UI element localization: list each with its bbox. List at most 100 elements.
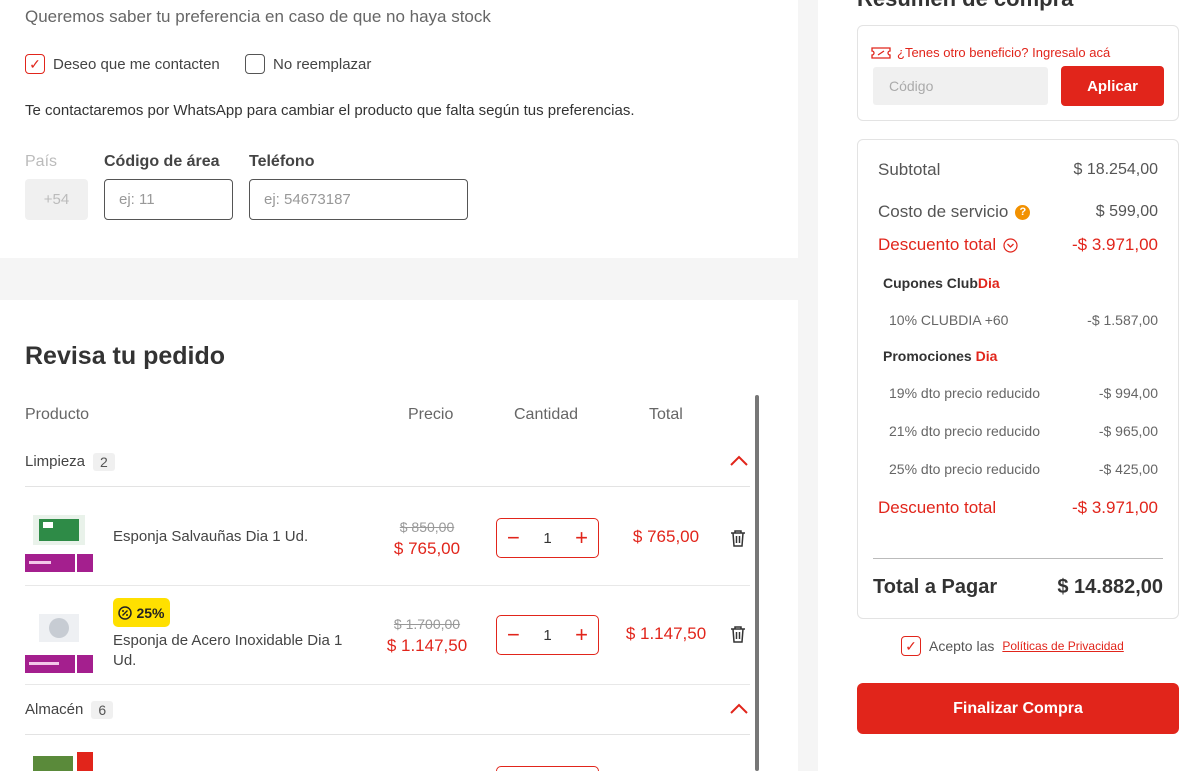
product-price: $ 1.147,50 [386, 636, 468, 655]
discount-total-row: Descuento total -$ 3.971,00 [878, 498, 1158, 518]
promotions-heading: Promociones Dia [883, 348, 998, 364]
trash-icon[interactable] [728, 624, 748, 644]
quantity-stepper: − 1 + [496, 615, 599, 655]
product-row: Esponja Salvauñas Dia 1 Ud. $ 850,00 $ 7… [25, 488, 750, 586]
subtotal-value: $ 18.254,00 [1073, 161, 1158, 178]
category-count: 2 [93, 452, 115, 471]
coupon-value: -$ 1.587,00 [1087, 312, 1158, 328]
minus-icon[interactable]: − [507, 527, 520, 549]
order-title: Revisa tu pedido [25, 342, 226, 370]
discount-badge-text: 25% [136, 604, 165, 621]
column-header-total: Total [649, 406, 683, 423]
category-count: 6 [91, 700, 114, 719]
info-icon[interactable]: ? [1015, 204, 1031, 220]
area-code-label: Código de área [104, 153, 220, 170]
quantity-stepper: − 1 + [496, 518, 599, 558]
subtotal-row: Subtotal $ 18.254,00 [878, 160, 1158, 180]
product-line-total: $ 765,00 [632, 527, 700, 546]
checkout-page: Queremos saber tu preferencia en caso de… [0, 0, 1200, 771]
phone-input[interactable] [249, 179, 468, 220]
category-row-almacen[interactable]: Almacén 6 [25, 685, 750, 735]
no-replace-label: No reemplazar [273, 55, 372, 73]
phone-label: Teléfono [249, 153, 315, 170]
product-old-price: $ 1.700,00 [393, 616, 461, 632]
contact-me-checkbox[interactable]: ✓ [25, 54, 45, 74]
discount-toggle-row[interactable]: Descuento total -$ 3.971,00 [878, 235, 1158, 255]
summary-title: Resumen de compra [857, 0, 1073, 12]
apply-button[interactable]: Aplicar [1061, 66, 1164, 106]
total-label: Total a Pagar [873, 576, 998, 598]
whatsapp-note: Te contactaremos por WhatsApp para cambi… [25, 102, 635, 119]
coupons-heading: Cupones ClubDia [883, 275, 1000, 291]
discount-badge: 25% [113, 598, 170, 627]
chevron-up-icon[interactable] [730, 454, 748, 466]
product-image [25, 515, 93, 572]
order-list-scrollbar[interactable] [755, 395, 759, 771]
product-line-total: $ 1.147,50 [625, 624, 707, 643]
product-row: 25% Esponja de Acero Inoxidable Dia 1 Ud… [25, 586, 750, 685]
quantity-stepper[interactable] [496, 766, 599, 771]
column-header-product: Producto [25, 406, 90, 423]
privacy-checkbox[interactable]: ✓ [901, 636, 921, 656]
discount-value: -$ 3.971,00 [1071, 235, 1158, 254]
minus-icon[interactable]: − [507, 624, 520, 646]
privacy-terms: ✓ Acepto las Políticas de Privacidad [901, 636, 1124, 656]
product-old-price: $ 850,00 [399, 519, 455, 535]
plus-icon[interactable]: + [575, 624, 588, 646]
country-label: País [25, 153, 58, 170]
column-header-price: Precio [408, 406, 454, 423]
service-fee-value: $ 599,00 [1095, 203, 1158, 220]
promotion-value: -$ 994,00 [1098, 385, 1158, 401]
promotion-item: 19% dto precio reducido -$ 994,00 [889, 385, 1158, 401]
plus-icon[interactable]: + [575, 527, 588, 549]
promo-hint-text: ¿Tenes otro beneficio? Ingresalo acá [897, 45, 1111, 60]
privacy-policy-link[interactable]: Políticas de Privacidad [1002, 639, 1123, 653]
no-replace-checkbox[interactable] [245, 54, 265, 74]
summary-divider [873, 558, 1163, 559]
service-fee-row: Costo de servicio? $ 599,00 [878, 202, 1158, 222]
ticket-icon [871, 46, 891, 59]
discount-total-label: Descuento total [878, 498, 997, 517]
quantity-value: 1 [543, 529, 552, 547]
promotion-item: 25% dto precio reducido -$ 425,00 [889, 461, 1158, 477]
order-summary-box: Subtotal $ 18.254,00 Costo de servicio? … [857, 139, 1179, 619]
coupon-item: 10% CLUBDIA +60 -$ 1.587,00 [889, 312, 1158, 328]
privacy-prefix: Acepto las [929, 638, 995, 654]
area-code-input[interactable] [104, 179, 233, 220]
coupon-label: 10% CLUBDIA +60 [889, 312, 1009, 328]
product-name[interactable]: Esponja de Acero Inoxidable Dia 1 Ud. [113, 631, 353, 671]
no-replace-option[interactable]: No reemplazar [245, 54, 371, 74]
discount-label: Descuento total [878, 235, 997, 254]
promo-code-input[interactable] [873, 67, 1048, 105]
category-row-limpieza[interactable]: Limpieza 2 [25, 437, 750, 487]
promo-code-box: ¿Tenes otro beneficio? Ingresalo acá Apl… [857, 25, 1179, 121]
chevron-up-icon[interactable] [730, 702, 748, 714]
category-name: Almacén [25, 701, 84, 718]
contact-me-option[interactable]: ✓ Deseo que me contacten [25, 54, 220, 74]
promotion-label: 25% dto precio reducido [889, 461, 1040, 477]
country-code-field: +54 [25, 179, 88, 220]
category-name: Limpieza [25, 453, 86, 470]
quantity-value: 1 [543, 626, 552, 644]
product-name[interactable]: Esponja Salvauñas Dia 1 Ud. [113, 527, 308, 547]
column-header-quantity: Cantidad [514, 406, 579, 423]
stock-preference-question: Queremos saber tu preferencia en caso de… [25, 7, 491, 26]
subtotal-label: Subtotal [878, 160, 941, 179]
checkbox-check-icon: ✓ [905, 638, 917, 654]
promo-hint: ¿Tenes otro beneficio? Ingresalo acá [871, 45, 1110, 60]
promotion-value: -$ 965,00 [1098, 423, 1158, 439]
total-row: Total a Pagar $ 14.882,00 [873, 576, 1163, 599]
promotion-label: 19% dto precio reducido [889, 385, 1040, 401]
contact-me-label: Deseo que me contacten [53, 55, 220, 73]
promotion-item: 21% dto precio reducido -$ 965,00 [889, 423, 1158, 439]
service-fee-label: Costo de servicio [878, 202, 1009, 221]
promotion-value: -$ 425,00 [1098, 461, 1158, 477]
product-image [33, 752, 93, 771]
finalize-purchase-button[interactable]: Finalizar Compra [857, 683, 1179, 734]
chevron-down-circle-icon[interactable] [1003, 237, 1018, 253]
trash-icon[interactable] [728, 528, 748, 548]
discount-badge-icon [118, 605, 133, 620]
product-price: $ 765,00 [393, 539, 461, 558]
product-image [25, 614, 93, 673]
checkbox-check-icon: ✓ [29, 56, 41, 72]
